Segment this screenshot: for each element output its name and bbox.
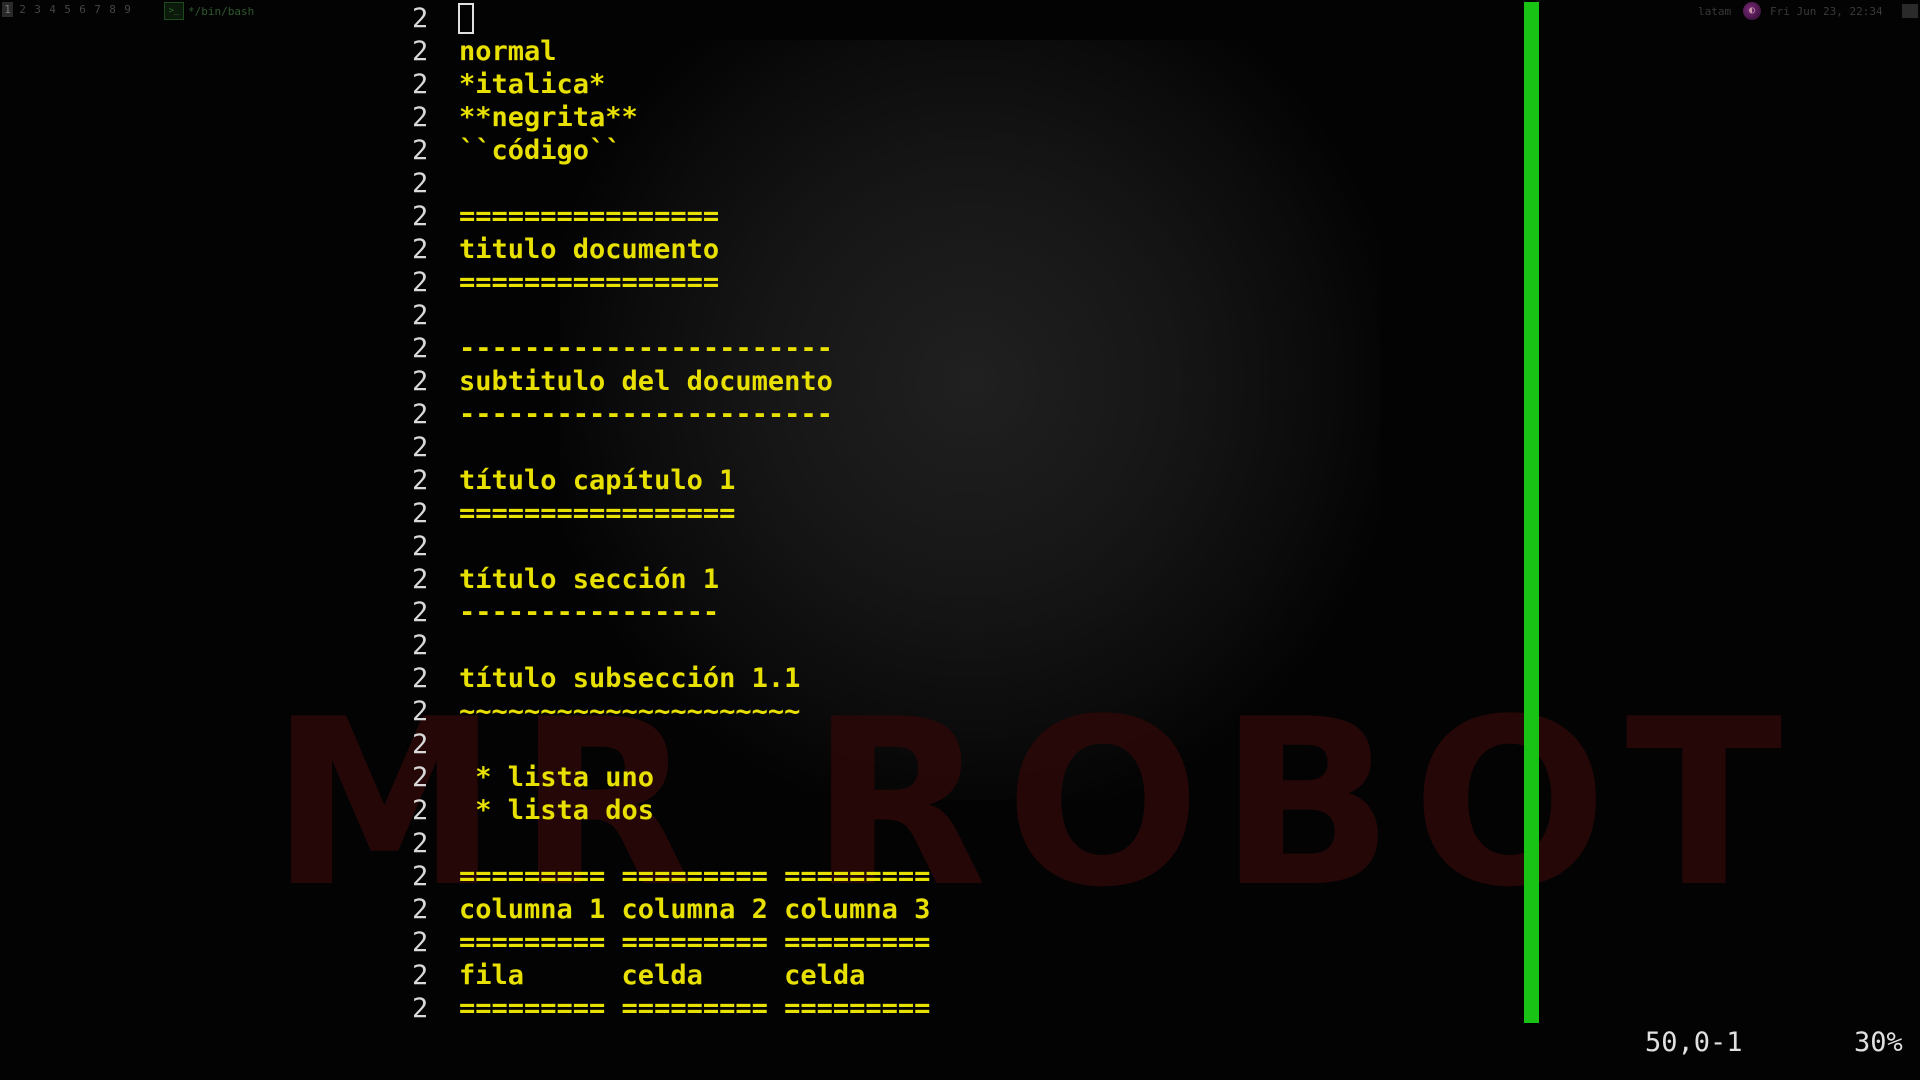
- line-text: ~~~~~~~~~~~~~~~~~~~~~: [459, 696, 801, 727]
- line-number: 2: [412, 828, 429, 859]
- editor-line[interactable]: 2 normal: [0, 35, 1520, 68]
- scroll-percent: 30%: [1854, 1027, 1903, 1058]
- editor-line[interactable]: 2 =================: [0, 497, 1520, 530]
- editor-line[interactable]: 2: [0, 431, 1520, 464]
- line-number: 2: [412, 36, 429, 67]
- line-text: -----------------------: [459, 333, 833, 364]
- editor-line[interactable]: 2 ================: [0, 200, 1520, 233]
- line-text: titulo documento: [459, 234, 720, 265]
- editor-line[interactable]: 2 ~~~~~~~~~~~~~~~~~~~~~: [0, 695, 1520, 728]
- line-number: 2: [412, 333, 429, 364]
- line-number: 2: [412, 432, 429, 463]
- line-number: 2: [412, 69, 429, 100]
- line-number: 2: [412, 201, 429, 232]
- editor-line[interactable]: 2 ----------------: [0, 596, 1520, 629]
- line-number: 2: [412, 795, 429, 826]
- editor-line[interactable]: 2 -----------------------: [0, 398, 1520, 431]
- line-text: normal: [459, 36, 557, 67]
- line-number: 2: [412, 465, 429, 496]
- editor-line[interactable]: 2 columna 1 columna 2 columna 3: [0, 893, 1520, 926]
- line-number: 2: [412, 234, 429, 265]
- line-number: 2: [412, 168, 429, 199]
- editor-line[interactable]: 2 título sección 1: [0, 563, 1520, 596]
- line-number: 2: [412, 960, 429, 991]
- line-text: =================: [459, 498, 736, 529]
- editor-line[interactable]: 2: [0, 299, 1520, 332]
- editor-line[interactable]: 2: [0, 827, 1520, 860]
- line-number: 2: [412, 366, 429, 397]
- line-text: título subsección 1.1: [459, 663, 801, 694]
- line-number: 2: [412, 696, 429, 727]
- line-number: 2: [412, 3, 429, 34]
- editor-line[interactable]: 2 título subsección 1.1: [0, 662, 1520, 695]
- editor-line[interactable]: 2 ========= ========= =========: [0, 860, 1520, 893]
- line-number: 2: [412, 630, 429, 661]
- editor-line[interactable]: 2 ========= ========= =========: [0, 926, 1520, 959]
- text-cursor: [458, 3, 474, 34]
- editor-line[interactable]: 2 ================: [0, 266, 1520, 299]
- line-text: *italica*: [459, 69, 606, 100]
- line-number: 2: [412, 399, 429, 430]
- line-text: **negrita**: [459, 102, 638, 133]
- line-number: 2: [412, 894, 429, 925]
- line-number: 2: [412, 861, 429, 892]
- editor-line[interactable]: 2 * lista uno: [0, 761, 1520, 794]
- editor-line[interactable]: 2 *italica*: [0, 68, 1520, 101]
- line-text: ========= ========= =========: [459, 993, 931, 1024]
- editor-line[interactable]: 2 fila celda celda: [0, 959, 1520, 992]
- editor-line[interactable]: 2 ``código``: [0, 134, 1520, 167]
- line-text: ================: [459, 267, 720, 298]
- editor-line[interactable]: 2 ========= ========= =========: [0, 992, 1520, 1025]
- line-text: ----------------: [459, 597, 720, 628]
- editor-line[interactable]: 2: [0, 167, 1520, 200]
- line-number: 2: [412, 267, 429, 298]
- line-number: 2: [412, 498, 429, 529]
- cursor-position: 50,0-1: [1645, 1027, 1743, 1058]
- line-text: * lista dos: [459, 795, 655, 826]
- line-number: 2: [412, 663, 429, 694]
- line-number: 2: [412, 102, 429, 133]
- line-text: ========= ========= =========: [459, 927, 931, 958]
- line-number: 2: [412, 564, 429, 595]
- editor-line[interactable]: 2 subtitulo del documento: [0, 365, 1520, 398]
- editor-line[interactable]: 2: [0, 629, 1520, 662]
- editor-line[interactable]: 2 -----------------------: [0, 332, 1520, 365]
- line-number: 2: [412, 762, 429, 793]
- line-text: título capítulo 1: [459, 465, 736, 496]
- editor-line[interactable]: 2: [0, 530, 1520, 563]
- editor-line[interactable]: 2 * lista dos: [0, 794, 1520, 827]
- line-number: 2: [412, 531, 429, 562]
- line-text: ``código``: [459, 135, 622, 166]
- editor-line[interactable]: 2 **negrita**: [0, 101, 1520, 134]
- line-number: 2: [412, 729, 429, 760]
- line-number: 2: [412, 927, 429, 958]
- editor-line[interactable]: 2 titulo documento: [0, 233, 1520, 266]
- line-text: ================: [459, 201, 720, 232]
- line-text: ========= ========= =========: [459, 861, 931, 892]
- line-text: columna 1 columna 2 columna 3: [459, 894, 931, 925]
- line-number: 2: [412, 597, 429, 628]
- line-text: * lista uno: [459, 762, 655, 793]
- line-text: -----------------------: [459, 399, 833, 430]
- editor-line[interactable]: 2: [0, 728, 1520, 761]
- line-number: 2: [412, 135, 429, 166]
- editor-line[interactable]: 2 título capítulo 1: [0, 464, 1520, 497]
- scrollbar[interactable]: [1524, 2, 1539, 1023]
- line-text: fila celda celda: [459, 960, 866, 991]
- line-text: subtitulo del documento: [459, 366, 833, 397]
- line-text: título sección 1: [459, 564, 720, 595]
- line-number: 2: [412, 300, 429, 331]
- editor-line[interactable]: 2: [0, 2, 1520, 35]
- line-number: 2: [412, 993, 429, 1024]
- vim-editor[interactable]: 2 2 normal 2 *italica* 2 **negrita** 2 ``código`…: [0, 0, 1920, 1030]
